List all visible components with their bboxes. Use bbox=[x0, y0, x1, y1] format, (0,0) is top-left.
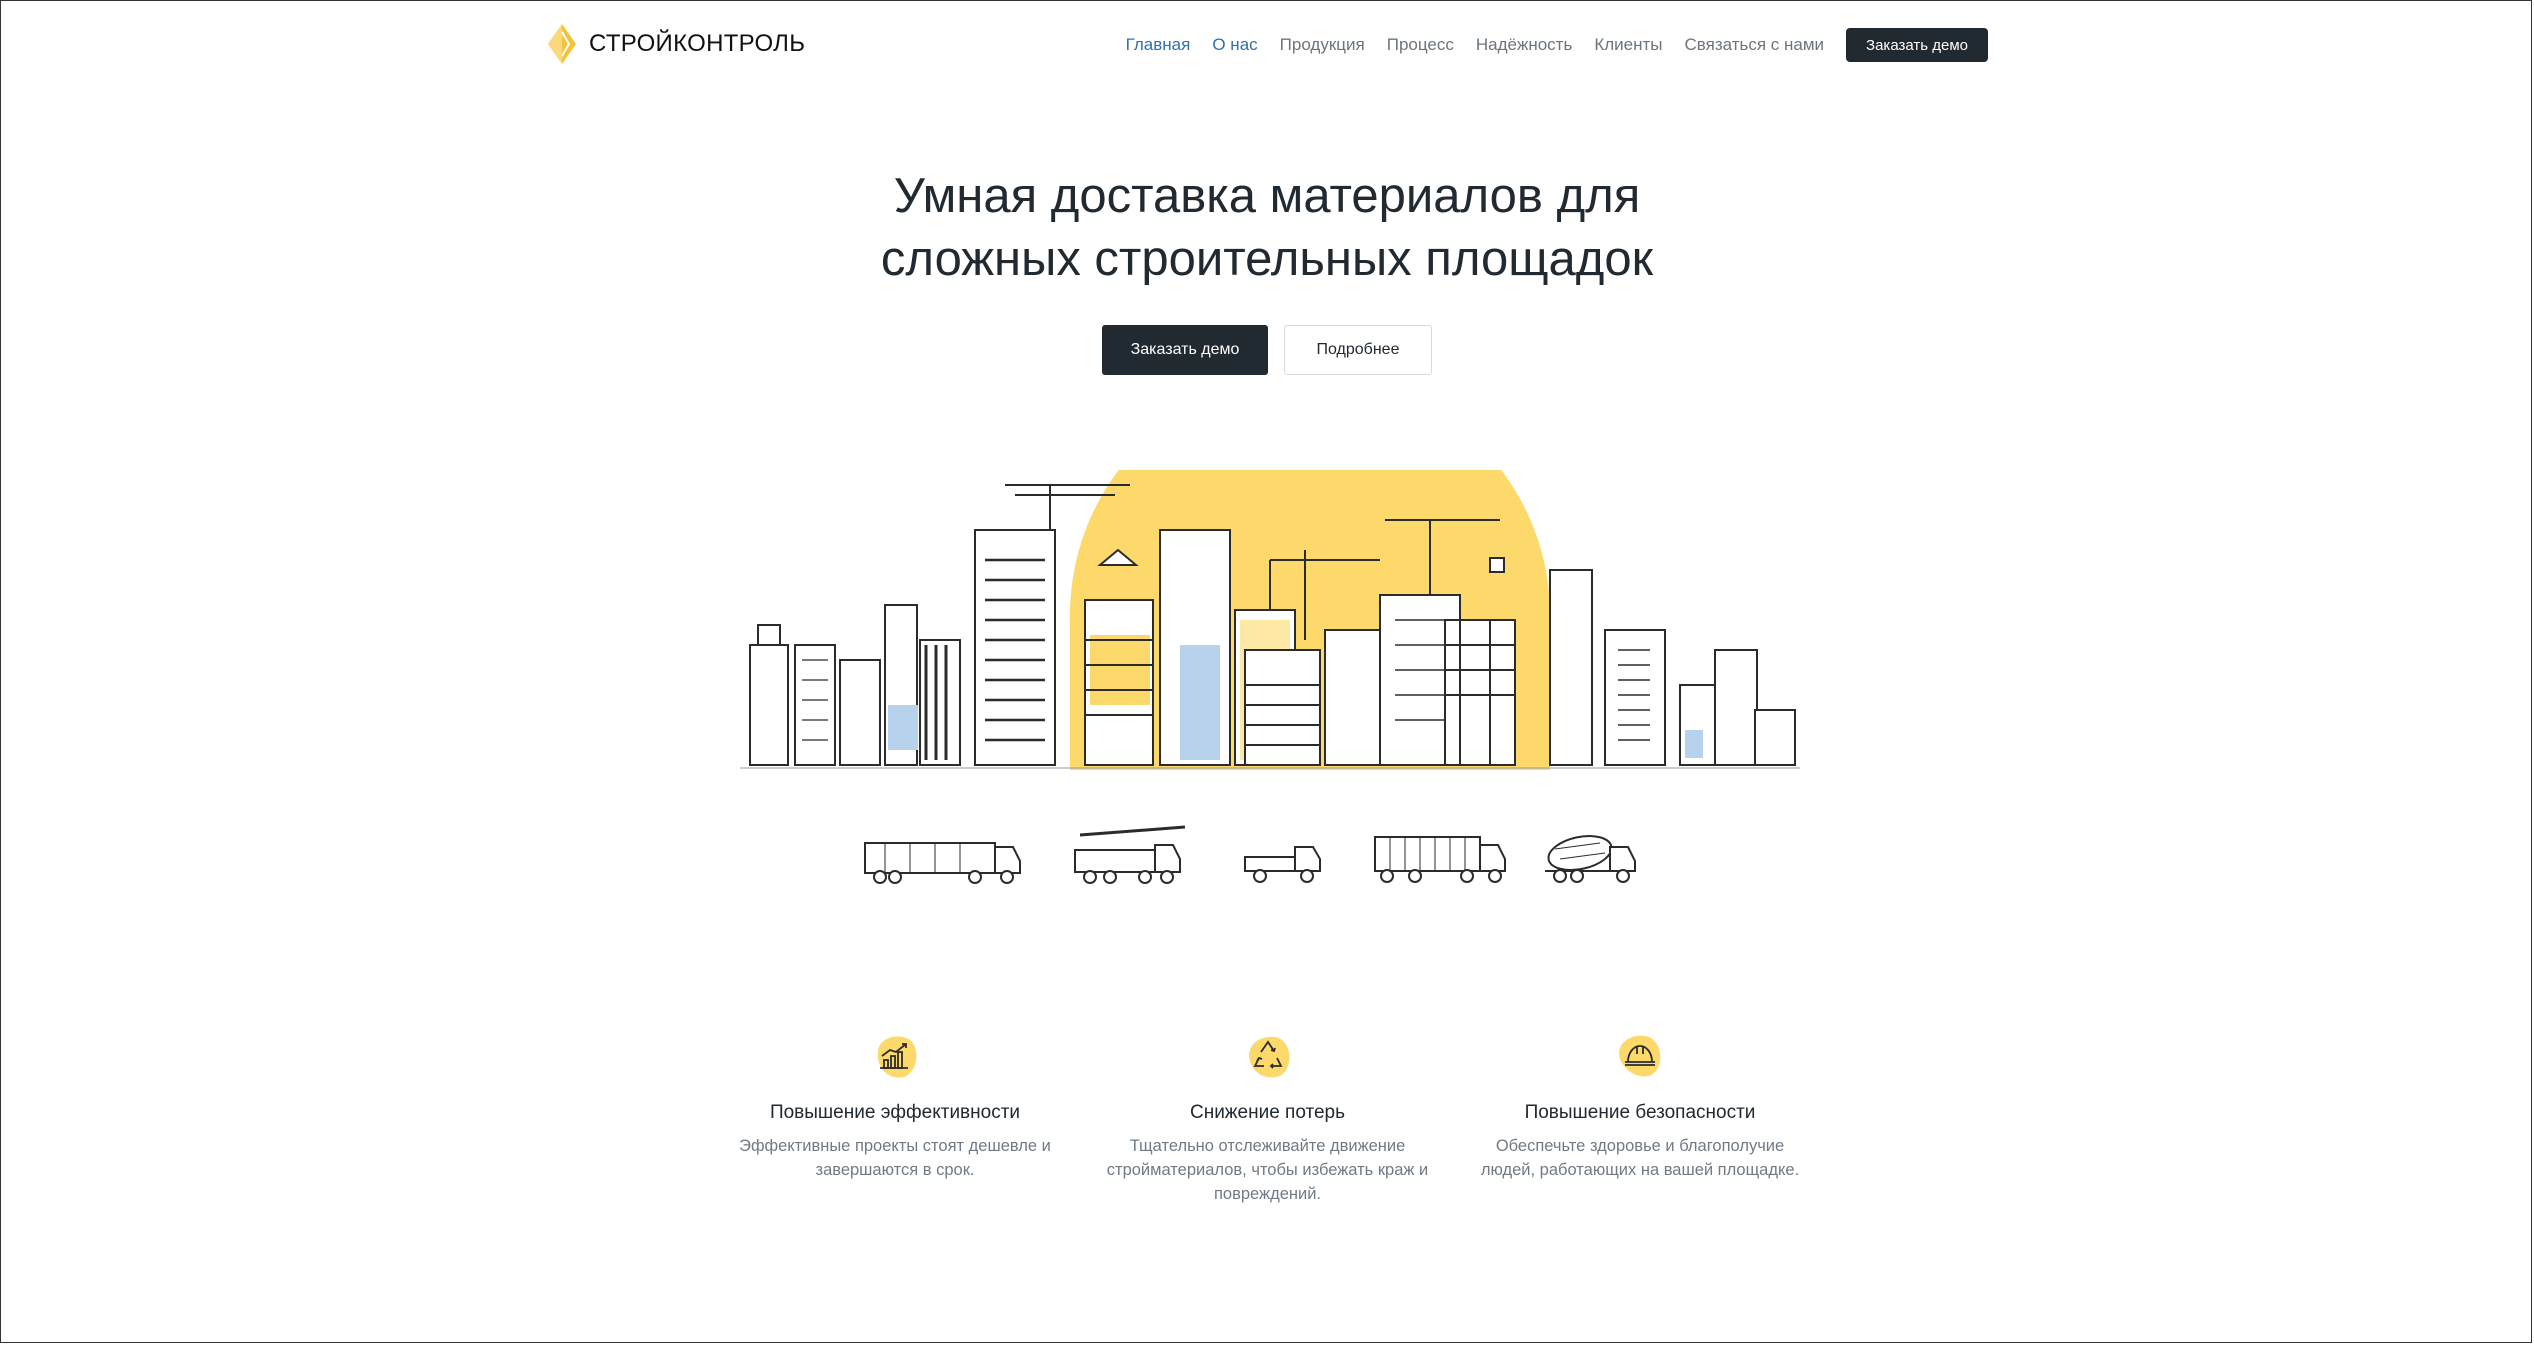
feature-title: Снижение потерь bbox=[1189, 1102, 1345, 1123]
hero-title: Умная доставка материалов для сложных ст… bbox=[0, 165, 2534, 291]
feature-safety: Повышение безопасности Обеспечьте здоров… bbox=[1475, 1030, 1805, 1206]
header-demo-button[interactable]: Заказать демо bbox=[1846, 28, 1988, 62]
crane-truck bbox=[1074, 825, 1186, 884]
trucks-illustration bbox=[864, 825, 1636, 884]
hero-title-line-1: Умная доставка материалов для bbox=[893, 169, 1641, 223]
city-skyline-illustration bbox=[740, 470, 1800, 770]
hero-actions: Заказать демо Подробнее bbox=[0, 325, 2534, 375]
hero-title-line-2: сложных строительных площадок bbox=[880, 232, 1654, 286]
nav-link-products[interactable]: Продукция bbox=[1280, 35, 1365, 55]
nav-link-home[interactable]: Главная bbox=[1126, 35, 1191, 55]
feature-title: Повышение эффективности bbox=[769, 1102, 1021, 1123]
feature-text: Эффективные проекты стоят дешевле и заве… bbox=[739, 1137, 1051, 1179]
nav-link-contact[interactable]: Связаться с нами bbox=[1685, 35, 1825, 55]
nav-link-clients[interactable]: Клиенты bbox=[1594, 35, 1662, 55]
feature-efficiency: Повышение эффективности Эффективные прое… bbox=[730, 1030, 1060, 1206]
concrete-mixer-truck bbox=[1545, 834, 1636, 883]
diamond-logo-icon bbox=[548, 24, 576, 64]
brand-logo[interactable]: СТРОЙКОНТРОЛЬ bbox=[545, 22, 805, 66]
feature-text: Обеспечьте здоровье и благополучие людей… bbox=[1480, 1137, 1800, 1179]
flatbed-trailer-truck bbox=[864, 842, 1021, 884]
features-section: Повышение эффективности Эффективные прое… bbox=[730, 1030, 1805, 1206]
nav-link-about[interactable]: О нас bbox=[1212, 35, 1257, 55]
small-flatbed-truck bbox=[1244, 846, 1321, 883]
feature-title: Повышение безопасности bbox=[1524, 1102, 1756, 1123]
nav-link-reliability[interactable]: Надёжность bbox=[1476, 35, 1572, 55]
feature-waste-reduction: Снижение потерь Тщательно отслеживайте д… bbox=[1103, 1030, 1433, 1206]
brand-name: СТРОЙКОНТРОЛЬ bbox=[589, 30, 806, 57]
chart-growth-icon bbox=[877, 1036, 917, 1078]
feature-text: Тщательно отслеживайте движение строймат… bbox=[1106, 1137, 1429, 1203]
hard-hat-icon bbox=[1619, 1035, 1661, 1077]
recycle-icon bbox=[1248, 1036, 1289, 1078]
nav-link-process[interactable]: Процесс bbox=[1387, 35, 1454, 55]
order-demo-button[interactable]: Заказать демо bbox=[1102, 325, 1268, 375]
learn-more-button[interactable]: Подробнее bbox=[1284, 325, 1432, 375]
main-nav: Главная О нас Продукция Процесс Надёжнос… bbox=[1104, 28, 1988, 62]
container-truck bbox=[1374, 836, 1506, 883]
